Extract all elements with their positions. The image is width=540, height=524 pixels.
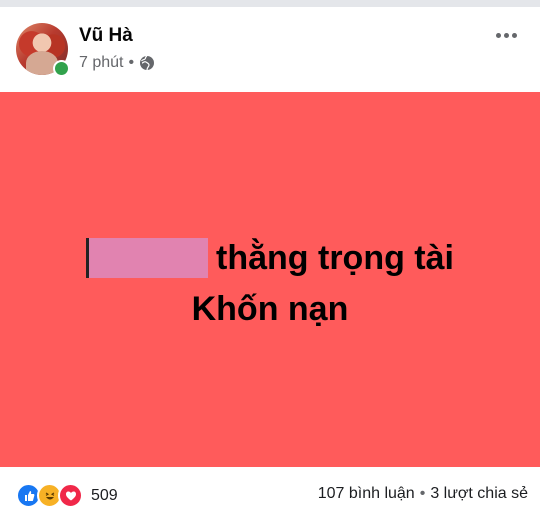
dot-icon [495, 32, 501, 38]
meta-separator: • [128, 54, 135, 71]
stats-separator: • [419, 485, 426, 502]
post-header: Vũ Hà 7 phút • [0, 7, 540, 92]
post-stats: 509 107 bình luận • 3 lượt chia sẻ [0, 467, 540, 524]
dot-icon [511, 32, 517, 38]
top-edge-divider [0, 0, 540, 7]
more-options-button[interactable] [488, 25, 524, 45]
post-text: thằng trọng tài Khốn nạn [86, 233, 454, 335]
post-text-line-2: Khốn nạn [191, 289, 349, 328]
post-text-line-1: thằng trọng tài [86, 233, 454, 284]
dot-icon [503, 32, 509, 38]
reaction-summary[interactable]: 509 [16, 483, 118, 508]
post-content[interactable]: thằng trọng tài Khốn nạn [0, 92, 540, 467]
share-count-link[interactable]: 3 lượt chia sẻ [430, 485, 528, 503]
post-time[interactable]: 7 phút [79, 54, 123, 72]
love-icon [58, 483, 83, 508]
comment-count-link[interactable]: 107 bình luận [318, 485, 415, 503]
post-text-visible-line-1: thằng trọng tài [216, 238, 454, 277]
post-meta: 7 phút • [79, 53, 155, 73]
globe-icon [140, 55, 155, 71]
reaction-count: 509 [91, 486, 118, 504]
censored-text-overlay [86, 238, 209, 278]
online-status-indicator [53, 60, 70, 77]
author-name[interactable]: Vũ Hà [79, 25, 133, 47]
comments-shares: 107 bình luận • 3 lượt chia sẻ [318, 485, 528, 503]
